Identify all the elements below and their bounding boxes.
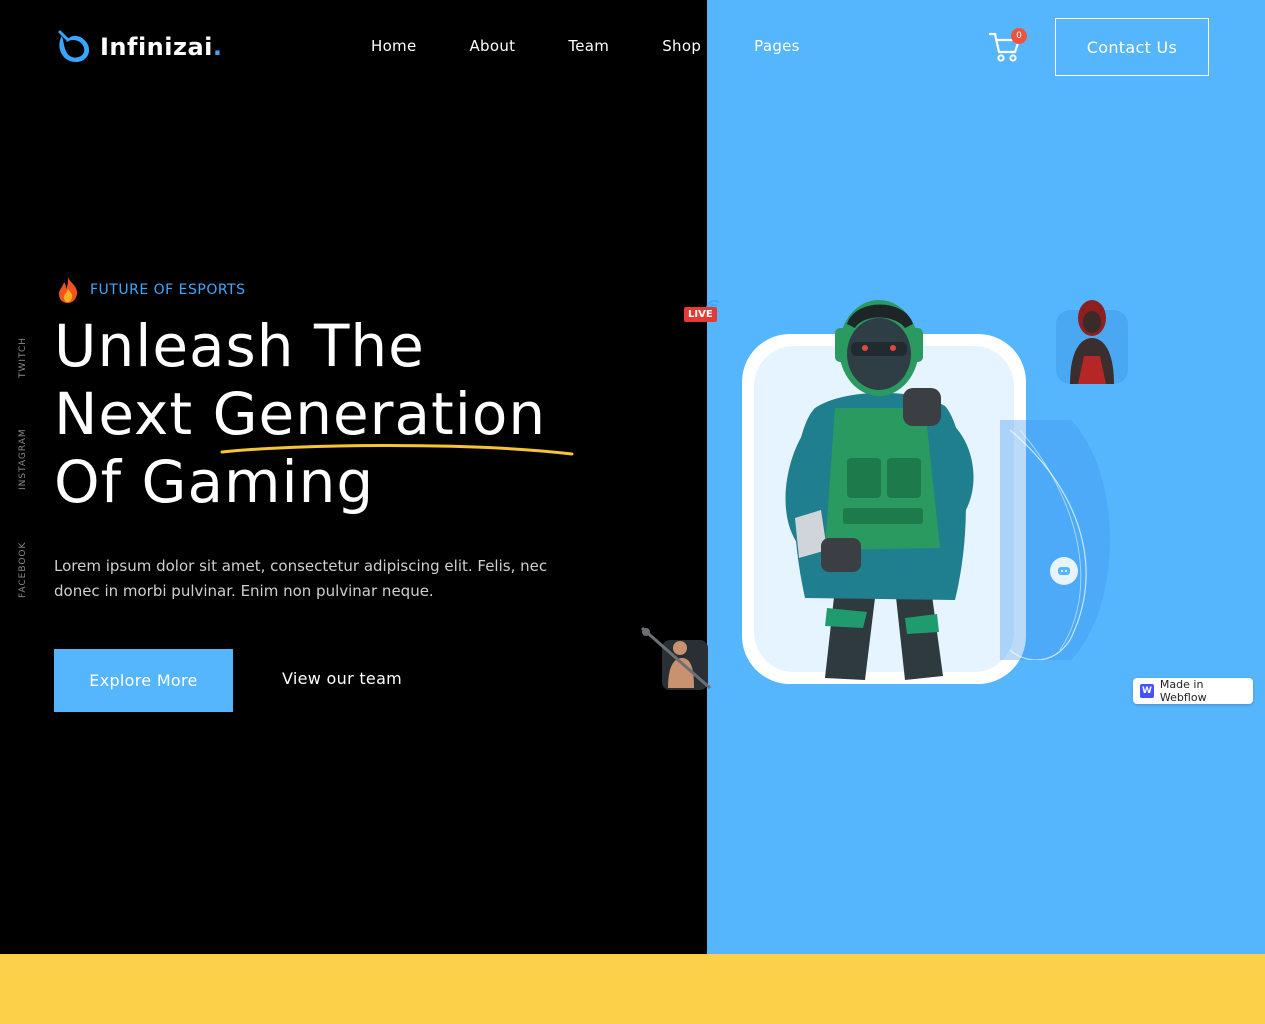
tagline-text: FUTURE OF ESPORTS	[90, 282, 246, 298]
hero-headline: Unleash The Next Generation Of Gaming	[54, 312, 546, 516]
brand-name: Infinizai	[100, 33, 213, 61]
gamepad-icon	[1058, 567, 1070, 575]
headline-line-2b: Generation	[212, 380, 547, 448]
hero-character-image	[785, 300, 974, 680]
live-badge: LIVE	[684, 307, 717, 322]
webflow-badge-label: Made in Webflow	[1159, 678, 1207, 704]
headline-line-2a: Next	[54, 380, 213, 448]
nav-shop[interactable]: Shop	[662, 37, 701, 55]
controller-dot	[1050, 557, 1078, 585]
webflow-logo-icon: W	[1140, 684, 1154, 698]
nav-pages[interactable]: Pages	[754, 37, 800, 55]
view-team-link[interactable]: View our team	[282, 669, 402, 688]
nav-about[interactable]: About	[470, 37, 516, 55]
logo-icon	[58, 30, 90, 62]
nav-home[interactable]: Home	[371, 37, 417, 55]
explore-more-button[interactable]: Explore More	[54, 649, 233, 712]
made-in-webflow-badge[interactable]: W Made in Webflow	[1133, 678, 1253, 704]
hero-description: Lorem ipsum dolor sit amet, consectetur …	[54, 557, 548, 600]
brand-dot: .	[212, 33, 223, 61]
social-facebook-link[interactable]: FACEBOOK	[18, 542, 28, 598]
headline-underline	[220, 444, 574, 456]
headline-line-1: Unleash The	[54, 312, 425, 380]
nav-team[interactable]: Team	[568, 37, 609, 55]
fire-icon	[59, 277, 78, 303]
hero-tagline: FUTURE OF ESPORTS	[56, 276, 246, 304]
player-avatar-bottom	[641, 626, 711, 690]
orbit-decoration	[1000, 420, 1110, 660]
brand-logo[interactable]: Infinizai.	[54, 28, 223, 66]
cart-count-badge: 0	[1011, 28, 1027, 44]
bottom-yellow-band	[0, 954, 1265, 1024]
contact-us-button[interactable]: Contact Us	[1055, 18, 1209, 76]
social-instagram-link[interactable]: INSTAGRAM	[18, 428, 28, 490]
player-avatar-top	[1056, 300, 1128, 384]
main-nav: Home About Team Shop Pages	[371, 37, 853, 55]
social-twitch-link[interactable]: TWITCH	[18, 337, 28, 378]
